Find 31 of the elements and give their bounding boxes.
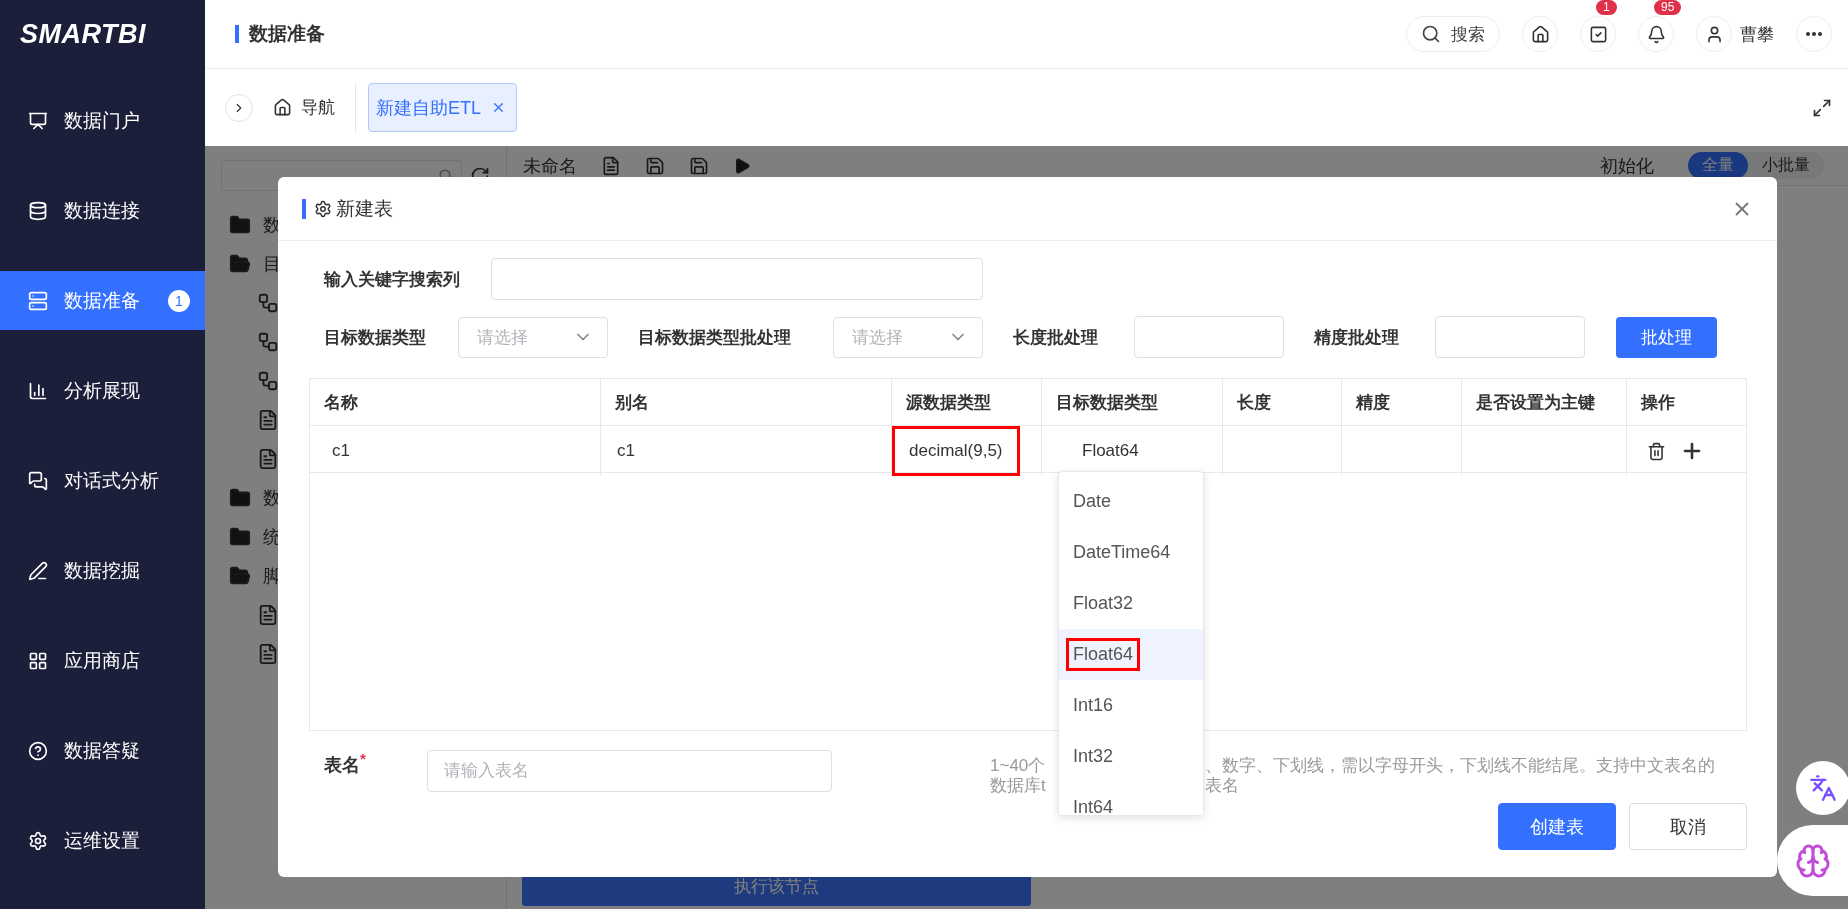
field-label: 精度批处理 bbox=[1314, 326, 1400, 349]
hint-text: 数据库t bbox=[990, 776, 1047, 796]
column-header: 长度 bbox=[1237, 391, 1271, 414]
count-badge: 1 bbox=[1596, 0, 1617, 15]
count-badge: 1 bbox=[168, 289, 190, 312]
init-label: 初始化 bbox=[1600, 154, 1654, 178]
dialog-title: 新建表 bbox=[302, 198, 393, 219]
table-cell: c1 bbox=[617, 441, 635, 461]
column-header: 别名 bbox=[615, 391, 649, 414]
required-mark: * bbox=[360, 750, 366, 767]
field-label: 表名 bbox=[324, 755, 360, 775]
column-header: 名称 bbox=[324, 391, 358, 414]
flow-title: 未命名 bbox=[523, 154, 577, 178]
field-label: 目标数据类型 bbox=[324, 326, 427, 349]
table-cell: c1 bbox=[332, 441, 350, 461]
column-header: 精度 bbox=[1356, 391, 1390, 414]
field-label: 输入关键字搜索列 bbox=[324, 268, 461, 291]
user-name: 曹攀 bbox=[1740, 23, 1774, 46]
field-label: 长度批处理 bbox=[1013, 326, 1099, 349]
column-header: 是否设置为主键 bbox=[1476, 391, 1595, 414]
count-badge: 95 bbox=[1654, 0, 1682, 15]
field-label: 目标数据类型批处理 bbox=[638, 326, 792, 349]
hint-text: 1~40个 bbox=[990, 756, 1047, 776]
column-header: 目标数据类型 bbox=[1056, 391, 1158, 414]
table-cell: decimal(9,5) bbox=[892, 426, 1020, 476]
hint-text: 、数字、下划线，需以字母开头，下划线不能结尾。支持中文表名的 bbox=[1205, 756, 1715, 776]
column-header: 源数据类型 bbox=[906, 391, 991, 414]
hint-text: 表名 bbox=[1205, 776, 1240, 796]
column-header: 操作 bbox=[1641, 391, 1675, 414]
logo: SMARTBI bbox=[19, 18, 147, 51]
page-title: 数据准备 bbox=[235, 25, 325, 43]
